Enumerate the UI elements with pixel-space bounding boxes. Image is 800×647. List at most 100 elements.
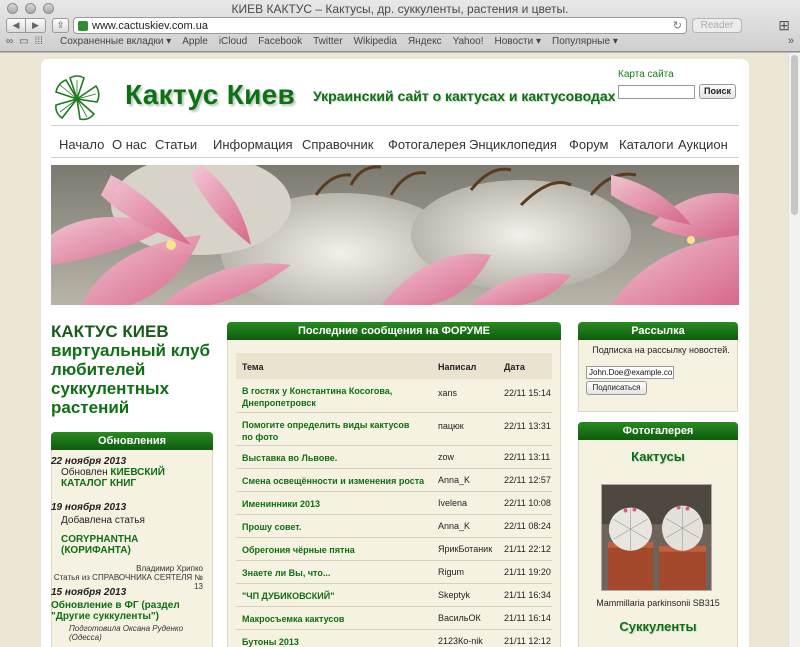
forum-author[interactable]: ЯрикБотаник bbox=[438, 544, 492, 554]
forum-date: 22/11 12:57 bbox=[504, 475, 551, 485]
nav-item-auction[interactable]: Аукцион bbox=[678, 137, 728, 152]
bookmark-item[interactable]: Яндекс bbox=[408, 36, 442, 47]
bookmark-item[interactable]: Wikipedia bbox=[354, 36, 397, 47]
bookmarks-book-icon[interactable]: ▭ bbox=[19, 36, 28, 47]
forum-row: Обрегония чёрные пятна ЯрикБотаник 21/11… bbox=[236, 538, 552, 561]
nav-item-home[interactable]: Начало bbox=[59, 137, 104, 152]
bookmark-item[interactable]: Yahoo! bbox=[453, 36, 484, 47]
update-date: 22 ноября 2013 bbox=[51, 456, 127, 467]
forum-topic-link[interactable]: Прошу совет. bbox=[242, 521, 301, 533]
cactus-flower-banner-image bbox=[51, 165, 739, 305]
gallery-section-succulents[interactable]: Суккуленты bbox=[578, 619, 738, 634]
site-favicon-icon bbox=[78, 21, 88, 31]
update-date: 15 ноября 2013 bbox=[51, 587, 127, 598]
nav-divider-bottom bbox=[51, 157, 739, 158]
forum-date: 22/11 15:14 bbox=[504, 388, 551, 398]
forum-author[interactable]: Ivelena bbox=[438, 498, 467, 508]
forum-topic-link[interactable]: Бутоны 2013 bbox=[242, 636, 299, 647]
forum-topic-link[interactable]: Помогите определить виды кактусов по фот… bbox=[242, 419, 422, 443]
update-action: Обновлен bbox=[61, 467, 108, 478]
reading-list-icon[interactable]: ∞ bbox=[6, 36, 13, 47]
forum-date: 21/11 19:20 bbox=[504, 567, 551, 577]
update-date: 19 ноября 2013 bbox=[51, 502, 127, 513]
forum-table-header: Тема Написал Дата bbox=[236, 353, 552, 379]
forum-date: 22/11 10:08 bbox=[504, 498, 551, 508]
scrollbar-thumb[interactable] bbox=[791, 55, 798, 215]
bookmark-item[interactable]: iCloud bbox=[219, 36, 247, 47]
gallery-heading: Фотогалерея bbox=[578, 422, 738, 440]
bookmark-item[interactable]: Популярные ▾ bbox=[552, 36, 618, 47]
bookmarks-bar: ∞ ▭ ⁞⁞⁞ Сохраненные вкладки ▾ Apple iClo… bbox=[0, 35, 800, 50]
forum-topic-link[interactable]: Выставка во Львове. bbox=[242, 452, 337, 464]
gallery-photo-caption: Mammillaria parkinsonii SB315 bbox=[596, 598, 720, 608]
reload-icon[interactable]: ↻ bbox=[673, 19, 682, 32]
cactus-logo-icon[interactable] bbox=[52, 74, 102, 124]
forum-author[interactable]: zow bbox=[438, 452, 454, 462]
forum-topic-link[interactable]: Смена освещённости и изменения роста bbox=[242, 475, 424, 487]
forum-topic-link[interactable]: Знаете ли Вы, что... bbox=[242, 567, 330, 579]
nav-item-photo-gallery[interactable]: Фотогалерея bbox=[388, 137, 466, 152]
search-input[interactable] bbox=[618, 85, 695, 99]
bookmark-items: Сохраненные вкладки ▾ Apple iCloud Faceb… bbox=[60, 36, 618, 47]
column-date: Дата bbox=[504, 362, 525, 372]
bookmark-item[interactable]: Twitter bbox=[313, 36, 342, 47]
nav-item-information[interactable]: Информация bbox=[213, 137, 293, 152]
site-slogan: Украинский сайт о кактусах и кактусовода… bbox=[313, 88, 616, 104]
nav-item-articles[interactable]: Статьи bbox=[155, 137, 197, 152]
forum-author[interactable]: 2123Ко-nik bbox=[438, 636, 483, 646]
bookmark-item[interactable]: Новости ▾ bbox=[495, 36, 542, 47]
gallery-photo-image[interactable] bbox=[601, 484, 712, 591]
site-name[interactable]: Кактус Киев bbox=[125, 79, 295, 111]
forum-author[interactable]: Anna_K bbox=[438, 475, 470, 485]
forum-topic-link[interactable]: "ЧП ДУБИКОВСКИЙ" bbox=[242, 590, 334, 602]
vertical-scrollbar[interactable] bbox=[788, 53, 800, 647]
forum-row: Помогите определить виды кактусов по фот… bbox=[236, 413, 552, 446]
forum-topic-link[interactable]: Обрегония чёрные пятна bbox=[242, 544, 355, 556]
forum-author[interactable]: Skeptyk bbox=[438, 590, 470, 600]
sitemap-link[interactable]: Карта сайта bbox=[618, 69, 674, 80]
update-entry: 15 ноября 2013 Обновление в ФГ (раздел "… bbox=[51, 587, 203, 642]
bookmark-item[interactable]: Сохраненные вкладки ▾ bbox=[60, 36, 171, 47]
forum-row: Прошу совет. Anna_K 22/11 08:24 bbox=[236, 515, 552, 538]
nav-item-reference[interactable]: Справочник bbox=[302, 137, 374, 152]
subscribe-button[interactable]: Подписаться bbox=[586, 381, 647, 395]
share-button[interactable]: ⇪ bbox=[52, 18, 69, 33]
forum-author[interactable]: Rigum bbox=[438, 567, 464, 577]
forum-topic-link[interactable]: Макросъемка кактусов bbox=[242, 613, 344, 625]
forum-topic-link[interactable]: В гостях у Константина Косогова, Днепроп… bbox=[242, 385, 422, 409]
forum-author[interactable]: ВасильОК bbox=[438, 613, 481, 623]
address-bar[interactable]: www.cactuskiev.com.ua ↻ bbox=[73, 17, 687, 34]
more-bookmarks-icon[interactable]: » bbox=[788, 35, 794, 47]
top-sites-icon[interactable]: ⁞⁞⁞ bbox=[35, 36, 43, 47]
update-author: Подготовила Оксана Руденко (Одесса) bbox=[69, 624, 184, 642]
forum-date: 22/11 13:11 bbox=[504, 452, 551, 462]
nav-item-encyclopedia[interactable]: Энциклопедия bbox=[469, 137, 557, 152]
history-buttons: ◀ ▶ bbox=[6, 18, 46, 33]
update-entry: 19 ноября 2013 Добавлена статья CORYPHAN… bbox=[51, 502, 203, 591]
browser-chrome: КИЕВ КАКТУС – Кактусы, др. суккуленты, р… bbox=[0, 0, 800, 52]
search-button[interactable]: Поиск bbox=[699, 84, 736, 99]
email-field[interactable]: John.Doe@example.co bbox=[586, 366, 674, 379]
nav-item-catalogs[interactable]: Каталоги bbox=[619, 137, 674, 152]
forward-button[interactable]: ▶ bbox=[26, 18, 46, 33]
forum-author[interactable]: Anna_K bbox=[438, 521, 470, 531]
forum-topic-link[interactable]: Именинники 2013 bbox=[242, 498, 320, 510]
forum-author[interactable]: xans bbox=[438, 388, 457, 398]
update-link[interactable]: CORYPHANTHA (КОРИФАНТА) bbox=[51, 534, 203, 556]
forum-row: Бутоны 2013 2123Ко-nik 21/11 12:12 bbox=[236, 630, 552, 647]
new-tab-icon[interactable]: ⊞ bbox=[778, 17, 790, 34]
bookmark-item[interactable]: Apple bbox=[182, 36, 208, 47]
gallery-section-cacti[interactable]: Кактусы bbox=[578, 449, 738, 464]
forum-author[interactable]: пацюк bbox=[438, 421, 464, 431]
club-subtitle: виртуальный клуб любителей суккулентных … bbox=[51, 341, 210, 417]
nav-item-forum[interactable]: Форум bbox=[569, 137, 609, 152]
bookmark-item[interactable]: Facebook bbox=[258, 36, 302, 47]
reader-button[interactable]: Reader bbox=[692, 18, 742, 33]
back-button[interactable]: ◀ bbox=[6, 18, 26, 33]
nav-item-about[interactable]: О нас bbox=[112, 137, 147, 152]
page-viewport: Кактус Киев Украинский сайт о кактусах и… bbox=[0, 53, 800, 647]
update-link[interactable]: Обновление в ФГ (раздел "Другие суккулен… bbox=[51, 600, 203, 622]
forum-date: 22/11 08:24 bbox=[504, 521, 551, 531]
nav-divider-top bbox=[51, 125, 739, 126]
column-topic: Тема bbox=[242, 362, 264, 372]
